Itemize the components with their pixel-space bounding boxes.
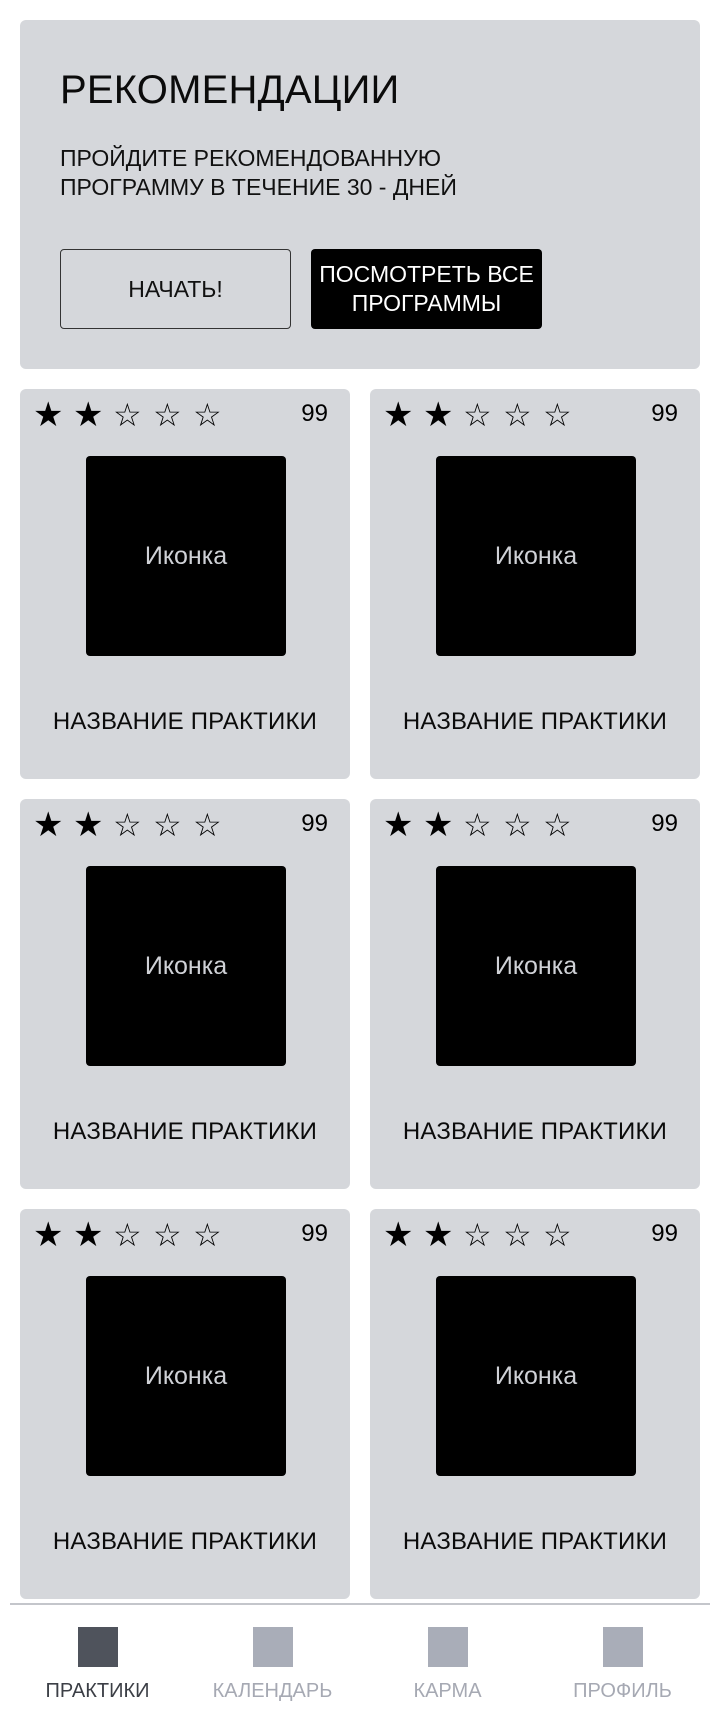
- practice-card[interactable]: ★ ★ ☆ ☆ ☆ 99 Иконка НАЗВАНИЕ ПРАКТИКИ: [370, 799, 700, 1189]
- icon-label: Иконка: [144, 541, 228, 570]
- practice-icon-placeholder: Иконка: [86, 866, 286, 1066]
- banner-subtitle: ПРОЙДИТЕ РЕКОМЕНДОВАННУЮ ПРОГРАММУ В ТЕЧ…: [60, 145, 457, 200]
- star-empty-icon: ☆: [153, 807, 182, 843]
- nav-label: ПРАКТИКИ: [45, 1680, 150, 1702]
- star-filled-icon: ★: [383, 396, 414, 434]
- practices-grid: ★ ★ ☆ ☆ ☆ 99 Иконка НАЗВАНИЕ ПРАКТИКИ ★ ★ ☆ ☆ ☆ …: [20, 389, 700, 1599]
- icon-label: Иконка: [494, 1361, 578, 1390]
- practice-card[interactable]: ★ ★ ☆ ☆ ☆ 99 Иконка НАЗВАНИЕ ПРАКТИКИ: [20, 389, 350, 779]
- star-empty-icon: ☆: [543, 1217, 572, 1253]
- star-empty-icon: ☆: [463, 1217, 492, 1253]
- star-filled-icon: ★: [423, 806, 454, 844]
- star-empty-icon: ☆: [113, 1217, 142, 1253]
- star-empty-icon: ☆: [463, 397, 492, 433]
- star-filled-icon: ★: [383, 806, 414, 844]
- star-empty-icon: ☆: [153, 397, 182, 433]
- rating-count: 99: [651, 810, 678, 837]
- star-filled-icon: ★: [33, 806, 64, 844]
- star-empty-icon: ☆: [543, 397, 572, 433]
- view-all-programs-button[interactable]: ПОСМОТРЕТЬ ВСЕ ПРОГРАММЫ: [311, 249, 542, 329]
- start-button[interactable]: НАЧАТЬ!: [60, 249, 291, 329]
- star-empty-icon: ☆: [503, 1217, 532, 1253]
- rating-count: 99: [301, 810, 328, 837]
- practice-title: НАЗВАНИЕ ПРАКТИКИ: [52, 708, 318, 735]
- star-filled-icon: ★: [73, 806, 104, 844]
- practice-title: НАЗВАНИЕ ПРАКТИКИ: [402, 1528, 668, 1555]
- practices-icon: [77, 1627, 118, 1667]
- star-empty-icon: ☆: [193, 1217, 222, 1253]
- recommendations-banner: РЕКОМЕНДАЦИИ ПРОЙДИТЕ РЕКОМЕНДОВАННУЮ ПР…: [20, 20, 700, 369]
- karma-icon: [427, 1627, 468, 1667]
- practice-title: НАЗВАНИЕ ПРАКТИКИ: [402, 1118, 668, 1145]
- practice-card[interactable]: ★ ★ ☆ ☆ ☆ 99 Иконка НАЗВАНИЕ ПРАКТИКИ: [20, 799, 350, 1189]
- star-filled-icon: ★: [33, 1216, 64, 1254]
- nav-label: ПРОФИЛЬ: [573, 1680, 672, 1702]
- nav-item-calendar[interactable]: КАЛЕНДАРЬ: [185, 1605, 360, 1712]
- star-rating: ★ ★ ☆ ☆ ☆: [383, 1215, 583, 1255]
- practice-title: НАЗВАНИЕ ПРАКТИКИ: [52, 1118, 318, 1145]
- star-empty-icon: ☆: [193, 397, 222, 433]
- star-filled-icon: ★: [423, 396, 454, 434]
- practice-icon-placeholder: Иконка: [436, 456, 636, 656]
- nav-item-practices[interactable]: ПРАКТИКИ: [10, 1605, 185, 1712]
- icon-label: Иконка: [494, 951, 578, 980]
- star-empty-icon: ☆: [113, 807, 142, 843]
- practice-icon-placeholder: Иконка: [436, 1276, 636, 1476]
- practice-title: НАЗВАНИЕ ПРАКТИКИ: [402, 708, 668, 735]
- star-rating: ★ ★ ☆ ☆ ☆: [33, 1215, 233, 1255]
- star-filled-icon: ★: [73, 396, 104, 434]
- icon-label: Иконка: [494, 541, 578, 570]
- star-empty-icon: ☆: [153, 1217, 182, 1253]
- star-empty-icon: ☆: [503, 807, 532, 843]
- star-rating: ★ ★ ☆ ☆ ☆: [33, 395, 233, 435]
- banner-title: РЕКОМЕНДАЦИИ: [60, 68, 400, 112]
- star-rating: ★ ★ ☆ ☆ ☆: [383, 395, 583, 435]
- icon-label: Иконка: [144, 1361, 228, 1390]
- star-empty-icon: ☆: [193, 807, 222, 843]
- practice-card[interactable]: ★ ★ ☆ ☆ ☆ 99 Иконка НАЗВАНИЕ ПРАКТИКИ: [370, 389, 700, 779]
- nav-item-profile[interactable]: ПРОФИЛЬ: [535, 1605, 710, 1712]
- rating-count: 99: [301, 1220, 328, 1247]
- rating-count: 99: [301, 400, 328, 427]
- nav-item-karma[interactable]: КАРМА: [360, 1605, 535, 1712]
- star-filled-icon: ★: [383, 1216, 414, 1254]
- bottom-navigation: ПРАКТИКИ КАЛЕНДАРЬ КАРМА ПРОФИЛЬ: [10, 1603, 710, 1712]
- icon-label: Иконка: [144, 951, 228, 980]
- practice-title: НАЗВАНИЕ ПРАКТИКИ: [52, 1528, 318, 1555]
- star-filled-icon: ★: [423, 1216, 454, 1254]
- star-empty-icon: ☆: [463, 807, 492, 843]
- star-rating: ★ ★ ☆ ☆ ☆: [383, 805, 583, 845]
- star-empty-icon: ☆: [503, 397, 532, 433]
- rating-count: 99: [651, 400, 678, 427]
- banner-actions: НАЧАТЬ! ПОСМОТРЕТЬ ВСЕ ПРОГРАММЫ: [60, 249, 542, 329]
- nav-label: КАРМА: [413, 1680, 482, 1702]
- practice-icon-placeholder: Иконка: [436, 866, 636, 1066]
- calendar-icon: [252, 1627, 293, 1667]
- star-rating: ★ ★ ☆ ☆ ☆: [33, 805, 233, 845]
- rating-count: 99: [651, 1220, 678, 1247]
- practice-icon-placeholder: Иконка: [86, 1276, 286, 1476]
- star-empty-icon: ☆: [113, 397, 142, 433]
- profile-icon: [602, 1627, 643, 1667]
- practice-card[interactable]: ★ ★ ☆ ☆ ☆ 99 Иконка НАЗВАНИЕ ПРАКТИКИ: [370, 1209, 700, 1599]
- app-screen: РЕКОМЕНДАЦИИ ПРОЙДИТЕ РЕКОМЕНДОВАННУЮ ПР…: [0, 0, 720, 1712]
- star-filled-icon: ★: [33, 396, 64, 434]
- star-empty-icon: ☆: [543, 807, 572, 843]
- practice-card[interactable]: ★ ★ ☆ ☆ ☆ 99 Иконка НАЗВАНИЕ ПРАКТИКИ: [20, 1209, 350, 1599]
- practice-icon-placeholder: Иконка: [86, 456, 286, 656]
- star-filled-icon: ★: [73, 1216, 104, 1254]
- nav-label: КАЛЕНДАРЬ: [212, 1680, 333, 1702]
